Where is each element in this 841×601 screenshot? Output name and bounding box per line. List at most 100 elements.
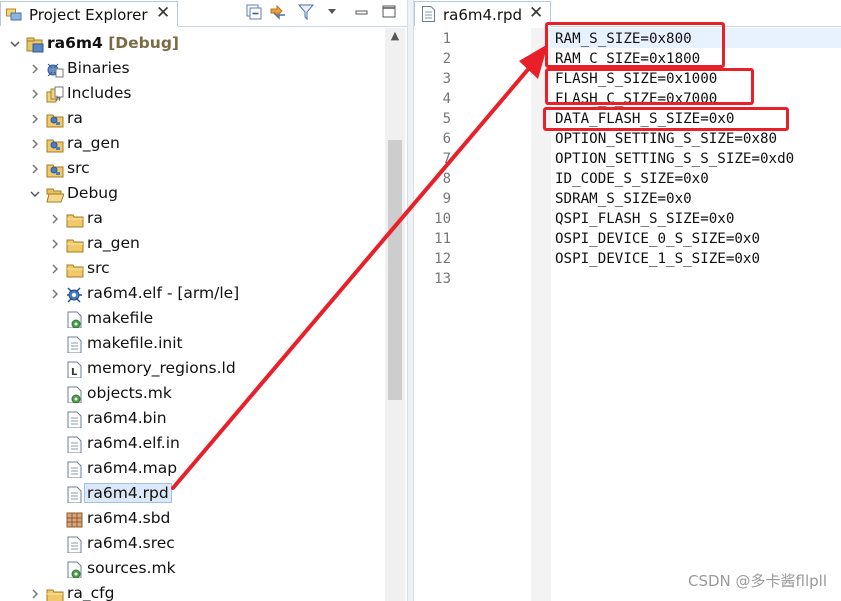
svg-text:L: L [71, 367, 78, 378]
tab-project-explorer[interactable]: Project Explorer ✕ [0, 1, 178, 26]
chevron-down-icon[interactable] [10, 36, 20, 52]
chevron-right-icon[interactable] [50, 286, 60, 302]
tree-item[interactable]: ra6m4.map [0, 457, 385, 482]
tree-item[interactable]: ra_gen [0, 232, 385, 257]
chevron-right-icon[interactable] [30, 111, 40, 127]
makefile-icon [66, 561, 84, 579]
tree-item-label: ra6m4.bin [87, 409, 167, 427]
tree-item[interactable]: ra [0, 207, 385, 232]
tree-item[interactable]: Debug [0, 182, 385, 207]
tree-item[interactable]: ra_gen [0, 132, 385, 157]
project-tree: ra6m4 [Debug] Binaries h Includes ra ra_gen sr… [0, 28, 385, 601]
includes-icon: h [46, 86, 64, 103]
pane-divider[interactable] [407, 0, 414, 601]
tree-item[interactable]: Lmemory_regions.ld [0, 357, 385, 382]
chevron-right-icon[interactable] [50, 261, 60, 277]
tree-item-label: ra6m4.elf.in [87, 434, 180, 452]
folder-icon [46, 586, 64, 601]
vertical-scrollbar[interactable]: ▲ [385, 28, 405, 601]
tree-item-label: src [87, 259, 110, 277]
tree-item-label: ra6m4 [Debug] [47, 34, 179, 52]
tree-item[interactable]: ra6m4.bin [0, 407, 385, 432]
chevron-right-icon[interactable] [30, 136, 40, 152]
code-line[interactable]: OSPI_DEVICE_1_S_SIZE=0x0 [555, 251, 760, 267]
source-folder-icon [46, 111, 64, 128]
folder-icon [66, 261, 84, 278]
tree-item-label: ra [67, 109, 83, 127]
line-number: 7 [442, 151, 451, 167]
tree-item[interactable]: h Includes [0, 82, 385, 107]
tab-ra6m4-rpd[interactable]: ra6m4.rpd ✕ [414, 1, 551, 26]
tree-item-label: makefile [87, 309, 154, 327]
source-folder-icon [46, 161, 64, 178]
minimize-icon[interactable] [352, 2, 372, 22]
project-explorer-icon [6, 8, 22, 21]
maximize-icon[interactable] [379, 2, 399, 22]
tree-item-label: Includes [67, 84, 132, 102]
line-number: 4 [442, 91, 451, 107]
tree-item[interactable]: src [0, 157, 385, 182]
chevron-down-icon[interactable] [30, 186, 40, 202]
line-number: 8 [442, 171, 451, 187]
filter-icon[interactable] [296, 2, 316, 22]
line-number: 1 [442, 31, 451, 47]
tree-item-label: makefile.init [87, 334, 183, 352]
chevron-right-icon[interactable] [30, 86, 40, 102]
folder-icon [66, 236, 84, 253]
line-number: 2 [442, 51, 451, 67]
line-number: 13 [434, 271, 451, 287]
text-file-icon [422, 6, 435, 22]
source-folder-icon [46, 136, 64, 153]
highlight-box-flash [545, 68, 754, 105]
chevron-right-icon[interactable] [30, 586, 40, 601]
tab-bar-divider [178, 26, 407, 27]
tree-item-label: Binaries [67, 59, 130, 77]
tree-item[interactable]: ra6m4.elf.in [0, 432, 385, 457]
file-icon [66, 336, 84, 354]
tab-label: Project Explorer [29, 6, 148, 24]
sbd-file-icon [66, 511, 84, 528]
code-line[interactable]: OSPI_DEVICE_0_S_SIZE=0x0 [555, 231, 760, 247]
collapse-all-icon[interactable] [244, 2, 264, 22]
tree-item[interactable]: ra6m4.srec [0, 532, 385, 557]
highlight-box-ram [545, 22, 725, 68]
tree-item[interactable]: ra_cfg [0, 582, 385, 601]
makefile-icon [66, 386, 84, 404]
makefile-icon [66, 311, 84, 329]
scroll-up-icon[interactable]: ▲ [385, 28, 405, 44]
chevron-right-icon[interactable] [50, 211, 60, 227]
code-line[interactable]: OPTION_SETTING_S_SIZE=0x80 [555, 131, 777, 147]
file-icon [66, 536, 84, 554]
tree-item-label: ra [87, 209, 103, 227]
code-line[interactable]: ID_CODE_S_SIZE=0x0 [555, 171, 709, 187]
code-line[interactable]: OPTION_SETTING_S_S_SIZE=0xd0 [555, 151, 794, 167]
tree-item[interactable]: src [0, 257, 385, 282]
tree-item[interactable]: ra6m4.elf - [arm/le] [0, 282, 385, 307]
scrollbar-thumb[interactable] [388, 140, 402, 400]
tree-item-label: src [67, 159, 90, 177]
tree-item[interactable]: ra6m4.sbd [0, 507, 385, 532]
close-icon[interactable]: ✕ [529, 3, 543, 23]
line-number: 3 [442, 71, 451, 87]
code-line[interactable]: QSPI_FLASH_S_SIZE=0x0 [555, 211, 734, 227]
tree-item-label: memory_regions.ld [87, 359, 236, 377]
tree-item[interactable]: ra [0, 107, 385, 132]
tree-item[interactable]: ra6m4.rpd [0, 482, 385, 507]
watermark: CSDN @多卡酱fllpll [687, 572, 827, 590]
chevron-right-icon[interactable] [50, 236, 60, 252]
code-line[interactable]: SDRAM_S_SIZE=0x0 [555, 191, 692, 207]
tree-item[interactable]: ra6m4 [Debug] [0, 32, 385, 57]
tree-item[interactable]: makefile.init [0, 332, 385, 357]
tree-item[interactable]: objects.mk [0, 382, 385, 407]
tab-label: ra6m4.rpd [443, 6, 523, 24]
line-number: 12 [434, 251, 451, 267]
chevron-right-icon[interactable] [30, 161, 40, 177]
file-icon [66, 411, 84, 429]
tree-item[interactable]: makefile [0, 307, 385, 332]
view-menu-icon[interactable] [322, 2, 342, 22]
tree-item[interactable]: Binaries [0, 57, 385, 82]
link-with-editor-icon[interactable] [268, 2, 288, 22]
chevron-right-icon[interactable] [30, 61, 40, 77]
close-icon[interactable]: ✕ [156, 3, 170, 23]
tree-item[interactable]: sources.mk [0, 557, 385, 582]
